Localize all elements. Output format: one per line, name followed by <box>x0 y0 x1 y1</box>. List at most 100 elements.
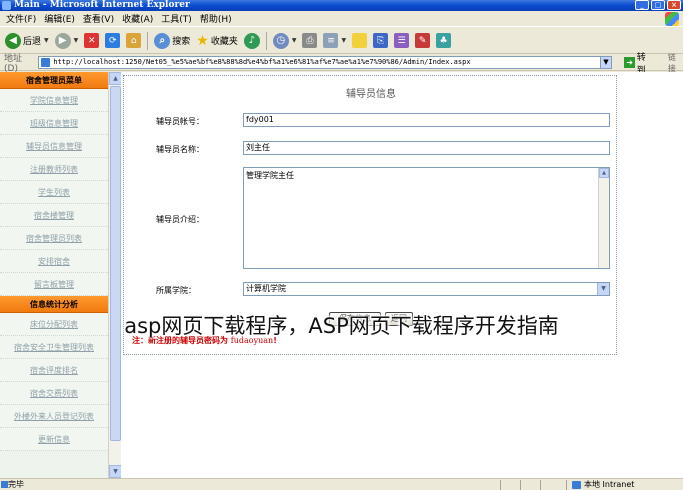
sidebar-item-fees[interactable]: 宿舍交费列表 <box>0 382 108 405</box>
home-icon: ⌂ <box>126 33 142 48</box>
sidebar-item-dorm-admins[interactable]: 宿舍管理员列表 <box>0 227 108 250</box>
college-select[interactable]: 计算机学院 ▼ <box>243 282 610 296</box>
account-input[interactable]: fdy001 <box>243 113 610 127</box>
intro-textarea[interactable]: 管理学院主任 ▲ <box>243 167 610 269</box>
wrench-icon: ✎ <box>415 33 431 48</box>
menu-edit[interactable]: 编辑(E) <box>42 12 81 25</box>
sidebar-item-update[interactable]: 更新信息 <box>0 428 108 451</box>
messenger-button[interactable]: ☰ <box>391 30 412 52</box>
chevron-down-icon[interactable]: ▼ <box>341 37 346 44</box>
back-button[interactable]: ◀ 后退 ▼ <box>2 30 52 52</box>
status-divider <box>566 480 567 490</box>
status-text: 完毕 <box>8 480 24 489</box>
address-label: 地址(D) <box>4 54 23 74</box>
favorites-button[interactable]: ★ 收藏夹 <box>193 30 241 52</box>
sidebar-item-assign-dorm[interactable]: 安排宿舍 <box>0 250 108 273</box>
close-button[interactable]: × <box>667 0 681 10</box>
search-label: 搜索 <box>172 37 191 47</box>
back-button[interactable]: 返回 <box>385 312 413 326</box>
refresh-button[interactable]: ⟳ <box>102 30 123 52</box>
history-button[interactable]: ◷ ▼ <box>270 30 300 52</box>
history-icon: ◷ <box>272 32 289 49</box>
chevron-down-icon[interactable]: ▼ <box>44 37 49 44</box>
sidebar-scrollbar[interactable]: ▲ ▼ <box>108 72 122 478</box>
messenger-icon: ☰ <box>394 33 410 48</box>
name-input[interactable]: 刘主任 <box>243 141 610 155</box>
account-label: 辅导员帐号： <box>156 117 204 126</box>
intro-text: 管理学院主任 <box>246 171 294 180</box>
chevron-down-icon[interactable]: ▼ <box>74 37 79 44</box>
sidebar-section-title: 宿舍管理员菜单 <box>0 72 108 89</box>
forward-button[interactable]: ▶ ▼ <box>52 30 82 52</box>
research-button[interactable]: ⎘ <box>370 30 391 52</box>
edit-button[interactable]: ≡ ▼ <box>320 30 349 52</box>
maximize-button[interactable]: □ <box>651 0 665 10</box>
print-icon: ⎙ <box>302 33 318 48</box>
counselor-form: 辅导员信息 辅导员帐号： fdy001 辅导员名称： 刘主任 辅导员介绍： 管理… <box>123 75 617 355</box>
stop-button[interactable]: ✕ <box>81 30 102 52</box>
sidebar-section-title: 信息统计分析 <box>0 296 108 313</box>
menu-favorites[interactable]: 收藏(A) <box>120 12 159 25</box>
menu-help[interactable]: 帮助(H) <box>198 12 238 25</box>
save-button[interactable]: 保存信息 <box>329 312 381 326</box>
sidebar-item-class[interactable]: 班级信息管理 <box>0 112 108 135</box>
main-content: 辅导员信息 辅导员帐号： fdy001 辅导员名称： 刘主任 辅导员介绍： 管理… <box>121 72 683 478</box>
sidebar-item-message-board[interactable]: 留言板管理 <box>0 273 108 296</box>
textarea-scrollbar[interactable]: ▲ <box>598 168 609 268</box>
star-icon: ★ <box>196 32 209 49</box>
search-button[interactable]: ⌕ 搜索 <box>151 30 193 52</box>
password-note: 注：新注册的辅导员密码为 fudaoyuan! <box>132 335 277 346</box>
window-controls: _ □ × <box>635 0 681 10</box>
print-button[interactable]: ⎙ <box>299 30 320 52</box>
search-icon: ⌕ <box>154 32 171 49</box>
forward-arrow-icon: ▶ <box>54 32 71 49</box>
sidebar-item-safety[interactable]: 宿舍安全卫生管理列表 <box>0 336 108 359</box>
sidebar-item-counselor[interactable]: 辅导员信息管理 <box>0 135 108 158</box>
back-label: 后退 <box>23 37 42 47</box>
chevron-down-icon[interactable]: ▼ <box>292 37 297 44</box>
minimize-button[interactable]: _ <box>635 0 649 10</box>
sidebar-menu: 宿舍管理员菜单 学院信息管理 班级信息管理 辅导员信息管理 注册教师列表 学生列… <box>0 72 108 478</box>
menu-file[interactable]: 文件(F) <box>4 12 42 25</box>
ie-icon <box>2 1 11 10</box>
sidebar-item-students[interactable]: 学生列表 <box>0 181 108 204</box>
links-label[interactable]: 链接 <box>668 52 683 74</box>
home-button[interactable]: ⌂ <box>123 30 144 52</box>
address-url: http://localhost:1250/Net05_%e5%ae%bf%e8… <box>53 58 471 66</box>
address-bar: 地址(D) http://localhost:1250/Net05_%e5%ae… <box>0 52 683 76</box>
chevron-down-icon[interactable]: ▼ <box>597 283 609 295</box>
sidebar-item-college[interactable]: 学院信息管理 <box>0 89 108 112</box>
menu-tools[interactable]: 工具(T) <box>159 12 198 25</box>
sidebar-item-visitors[interactable]: 外楼外来人员登记列表 <box>0 405 108 428</box>
favorites-label: 收藏夹 <box>210 37 238 47</box>
users-button[interactable]: ♣ <box>433 30 454 52</box>
media-button[interactable]: ♪ <box>241 30 263 52</box>
address-dropdown-button[interactable]: ▼ <box>600 56 612 69</box>
status-divider <box>500 480 501 490</box>
intranet-zone-icon <box>572 481 581 489</box>
status-bar: 完毕 本地 Intranet <box>0 478 683 490</box>
window-title-bar: Main - Microsoft Internet Explorer _ □ × <box>0 0 683 11</box>
page-icon <box>41 58 51 67</box>
name-label: 辅导员名称： <box>156 145 204 154</box>
tool-button[interactable]: ✎ <box>412 30 433 52</box>
page-icon <box>1 481 8 488</box>
scroll-thumb[interactable] <box>110 86 121 441</box>
address-input[interactable]: http://localhost:1250/Net05_%e5%ae%bf%e8… <box>38 56 609 69</box>
college-selected-value: 计算机学院 <box>246 284 286 293</box>
scroll-up-icon[interactable]: ▲ <box>599 168 609 178</box>
back-arrow-icon: ◀ <box>5 32 21 49</box>
sidebar-item-ranking[interactable]: 宿舍评度排名 <box>0 359 108 382</box>
note-password: fudaoyuan <box>230 336 274 345</box>
menu-bar: 文件(F) 编辑(E) 查看(V) 收藏(A) 工具(T) 帮助(H) <box>0 11 683 27</box>
media-icon: ♪ <box>243 32 260 49</box>
toolbar-divider <box>147 31 149 50</box>
users-icon: ♣ <box>436 33 452 48</box>
discuss-button[interactable] <box>349 30 370 52</box>
edit-page-icon: ≡ <box>323 33 339 48</box>
menu-view[interactable]: 查看(V) <box>81 12 120 25</box>
sidebar-item-teachers[interactable]: 注册教师列表 <box>0 158 108 181</box>
sidebar-item-buildings[interactable]: 宿舍楼管理 <box>0 204 108 227</box>
status-divider <box>540 480 541 490</box>
sidebar-item-bed-allocation[interactable]: 床位分配列表 <box>0 313 108 336</box>
